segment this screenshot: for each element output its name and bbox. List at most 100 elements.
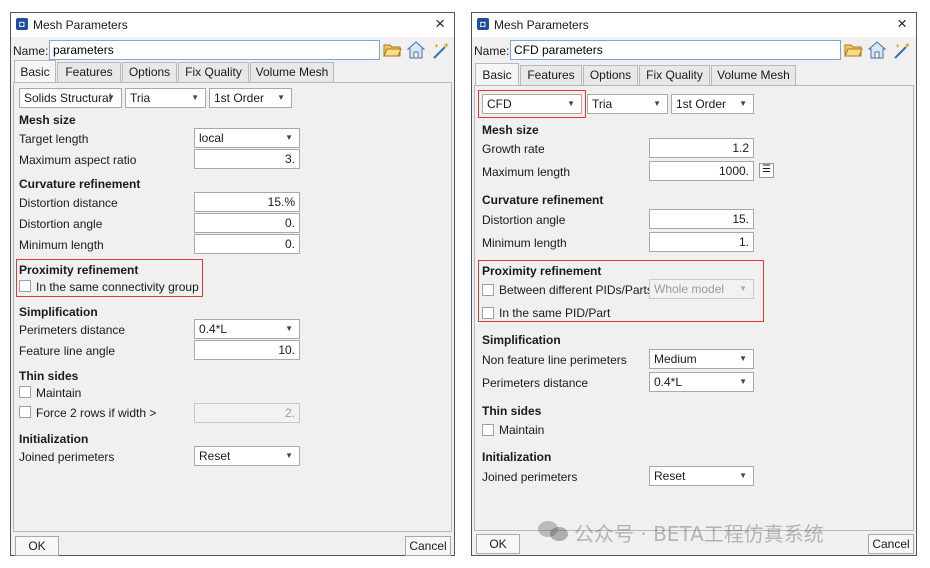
- menu-icon[interactable]: ☰: [759, 163, 774, 178]
- tab-fix-quality[interactable]: Fix Quality: [178, 62, 249, 82]
- minimum-length-label: Minimum length: [482, 236, 567, 250]
- right-window-title: Mesh Parameters: [494, 18, 589, 32]
- force-rows-label: Force 2 rows if width >: [36, 406, 157, 420]
- non-feature-perimeters-label: Non feature line perimeters: [482, 353, 627, 367]
- magic-wand-icon[interactable]: ✦ ✦: [891, 40, 912, 61]
- distortion-angle-input[interactable]: 0.: [194, 213, 300, 233]
- tab-basic[interactable]: Basic: [14, 60, 56, 82]
- chevron-down-icon: ▼: [653, 99, 661, 108]
- between-pids-select[interactable]: Whole model ▼: [649, 279, 754, 299]
- order-select[interactable]: 1st Order ▼: [209, 88, 292, 108]
- open-folder-icon[interactable]: [382, 40, 403, 61]
- force-rows-width-input[interactable]: 2.: [194, 403, 300, 423]
- watermark-text: 公众号 · BETA工程仿真系统: [574, 522, 824, 546]
- tab-features[interactable]: Features: [57, 62, 121, 82]
- maintain-label: Maintain: [36, 386, 82, 400]
- save-icon[interactable]: [867, 40, 888, 61]
- joined-perimeters-value: Reset: [654, 469, 686, 483]
- non-feature-perimeters-value: Medium: [654, 352, 697, 366]
- chevron-down-icon: ▼: [285, 451, 293, 460]
- shape-value: Tria: [592, 97, 613, 111]
- maintain-label: Maintain: [499, 423, 545, 437]
- tab-options[interactable]: Options: [583, 65, 638, 85]
- close-icon[interactable]: ×: [897, 14, 907, 34]
- svg-text:✦: ✦: [895, 43, 900, 50]
- distortion-angle-input[interactable]: 15.: [649, 209, 754, 229]
- force-rows-checkbox[interactable]: [19, 406, 31, 418]
- maintain-checkbox[interactable]: [19, 386, 31, 398]
- ok-button[interactable]: OK: [15, 536, 59, 556]
- same-connectivity-group-checkbox[interactable]: [19, 280, 31, 292]
- maximum-length-input[interactable]: 1000.: [649, 161, 754, 181]
- name-input[interactable]: [49, 40, 380, 60]
- between-pids-checkbox[interactable]: [482, 284, 494, 296]
- distortion-distance-input[interactable]: 15.%: [194, 192, 300, 212]
- maintain-checkbox[interactable]: [482, 424, 494, 436]
- left-name-row: Name: ✦✦: [11, 39, 454, 63]
- perimeters-distance-value: 0.4*L: [654, 375, 683, 389]
- right-tab-bar: Basic Features Options Fix Quality Volum…: [472, 63, 916, 85]
- wechat-icon: [538, 521, 568, 541]
- right-name-row: Name: ✦✦: [472, 39, 916, 63]
- cancel-button[interactable]: Cancel: [405, 536, 451, 556]
- svg-text:✦: ✦: [443, 41, 450, 50]
- chevron-down-icon: ▼: [285, 133, 293, 142]
- right-title-bar: ◘ Mesh Parameters ×: [472, 13, 916, 37]
- feature-line-angle-input[interactable]: 10.: [194, 340, 300, 360]
- element-type-value: Solids Structural: [24, 91, 112, 105]
- max-aspect-ratio-input[interactable]: 3.: [194, 149, 300, 169]
- growth-rate-input[interactable]: 1.2: [649, 138, 754, 158]
- order-value: 1st Order: [676, 97, 727, 111]
- chevron-down-icon: ▼: [739, 471, 747, 480]
- element-type-select[interactable]: CFD ▼: [482, 94, 582, 114]
- target-length-select[interactable]: local ▼: [194, 128, 300, 148]
- between-pids-value: Whole model: [654, 282, 725, 296]
- save-icon[interactable]: [406, 40, 427, 61]
- ok-button[interactable]: OK: [476, 534, 520, 554]
- minimum-length-input[interactable]: 0.: [194, 234, 300, 254]
- max-aspect-ratio-label: Maximum aspect ratio: [19, 153, 137, 167]
- order-value: 1st Order: [214, 91, 265, 105]
- joined-perimeters-select[interactable]: Reset ▼: [194, 446, 300, 466]
- open-folder-icon[interactable]: [843, 40, 864, 61]
- svg-text:✦: ✦: [904, 41, 911, 50]
- non-feature-perimeters-select[interactable]: Medium ▼: [649, 349, 754, 369]
- perimeters-distance-select[interactable]: 0.4*L ▼: [649, 372, 754, 392]
- shape-select[interactable]: Tria ▼: [587, 94, 668, 114]
- tab-fix-quality[interactable]: Fix Quality: [639, 65, 710, 85]
- distortion-angle-label: Distortion angle: [19, 217, 103, 231]
- joined-perimeters-select[interactable]: Reset ▼: [649, 466, 754, 486]
- left-window-title: Mesh Parameters: [33, 18, 128, 32]
- element-type-value: CFD: [487, 97, 512, 111]
- chevron-down-icon: ▼: [739, 354, 747, 363]
- initialization-heading: Initialization: [482, 450, 552, 464]
- element-type-select[interactable]: Solids Structural ▼: [19, 88, 122, 108]
- curvature-heading: Curvature refinement: [19, 177, 141, 191]
- chevron-down-icon: ▼: [285, 324, 293, 333]
- close-icon[interactable]: ×: [435, 14, 445, 34]
- tab-options[interactable]: Options: [122, 62, 177, 82]
- tab-basic[interactable]: Basic: [475, 63, 519, 85]
- tab-volume-mesh[interactable]: Volume Mesh: [250, 62, 334, 82]
- magic-wand-icon[interactable]: ✦ ✦: [430, 40, 451, 61]
- cancel-button[interactable]: Cancel: [868, 534, 914, 554]
- minimum-length-label: Minimum length: [19, 238, 104, 252]
- chevron-down-icon: ▼: [277, 93, 285, 102]
- same-pid-checkbox[interactable]: [482, 307, 494, 319]
- order-select[interactable]: 1st Order ▼: [671, 94, 754, 114]
- tab-features[interactable]: Features: [520, 65, 582, 85]
- same-connectivity-group-label: In the same connectivity group: [36, 280, 199, 294]
- shape-select[interactable]: Tria ▼: [125, 88, 206, 108]
- between-pids-label: Between different PIDs/Parts: [499, 283, 653, 297]
- maximum-length-label: Maximum length: [482, 165, 571, 179]
- curvature-heading: Curvature refinement: [482, 193, 604, 207]
- perimeters-distance-select[interactable]: 0.4*L ▼: [194, 319, 300, 339]
- mesh-size-heading: Mesh size: [482, 123, 539, 137]
- initialization-heading: Initialization: [19, 432, 89, 446]
- distortion-distance-label: Distortion distance: [19, 196, 118, 210]
- minimum-length-input[interactable]: 1.: [649, 232, 754, 252]
- perimeters-distance-value: 0.4*L: [199, 322, 228, 336]
- name-input[interactable]: [510, 40, 841, 60]
- app-icon: ◘: [477, 18, 489, 30]
- tab-volume-mesh[interactable]: Volume Mesh: [711, 65, 796, 85]
